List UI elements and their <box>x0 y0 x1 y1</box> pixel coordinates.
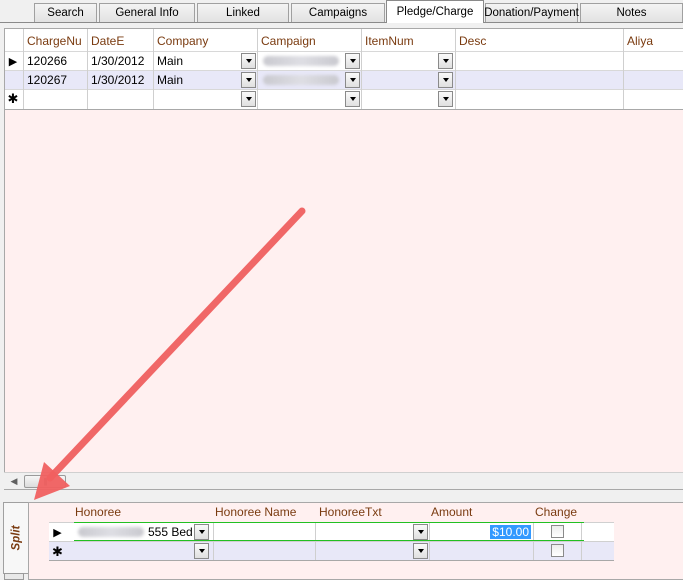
table-row[interactable]: 120267 1/30/2012 Main <box>5 70 683 89</box>
honoree-cell[interactable] <box>74 542 214 560</box>
column-header-change[interactable]: Change <box>535 505 577 521</box>
table-row[interactable]: ▶ 120266 1/30/2012 Main <box>5 51 683 70</box>
campaign-dropdown-button[interactable] <box>345 53 360 69</box>
column-header-amount[interactable]: Amount <box>431 505 472 521</box>
tab-strip: Search General Info Linked Campaigns Ple… <box>0 0 683 23</box>
column-header-campaign[interactable]: Campaign <box>257 29 361 51</box>
lower-scroll-thumb[interactable] <box>4 573 24 580</box>
column-header-honoreetxt[interactable]: HonoreeTxt <box>319 505 382 521</box>
campaign-redacted <box>263 56 339 66</box>
column-header-honoree-name[interactable]: Honoree Name <box>215 505 296 521</box>
itemnum-dropdown-button[interactable] <box>438 72 453 88</box>
date-cell[interactable]: 1/30/2012 <box>87 71 153 89</box>
horizontal-scrollbar[interactable]: ◀ ||| <box>4 472 683 489</box>
amount-value: $10.00 <box>490 525 531 539</box>
honoree-dropdown-button[interactable] <box>194 524 209 540</box>
grid-line <box>87 29 88 109</box>
column-header-aliya[interactable]: Aliya <box>623 29 683 51</box>
tab-pledge-charge[interactable]: Pledge/Charge <box>386 0 484 23</box>
row-selector-new[interactable]: ✱ <box>5 90 21 108</box>
honoreetxt-dropdown-button[interactable] <box>413 524 428 540</box>
itemnum-dropdown-button[interactable] <box>438 91 453 107</box>
tab-search[interactable]: Search <box>34 3 97 22</box>
company-dropdown-button[interactable] <box>241 72 256 88</box>
honoree-cell[interactable]: 555 Bed <box>74 523 214 541</box>
column-header-desc[interactable]: Desc <box>455 29 623 51</box>
new-record-row[interactable]: ✱ <box>49 541 614 560</box>
charge-number-cell[interactable]: 120266 <box>23 52 87 70</box>
scroll-left-button[interactable]: ◀ <box>6 474 22 489</box>
row-selector-new[interactable]: ✱ <box>45 542 70 561</box>
change-checkbox[interactable] <box>551 544 564 557</box>
scroll-thumb[interactable]: ||| <box>24 475 66 488</box>
row-selector-current[interactable]: ▶ <box>45 523 70 542</box>
column-header-chargenum[interactable]: ChargeNu <box>23 29 87 51</box>
tab-divider <box>0 22 683 23</box>
campaign-redacted <box>263 75 339 85</box>
grid-line <box>623 29 624 109</box>
split-tab[interactable]: Split <box>3 502 29 574</box>
charges-grid: ChargeNu DateE Company Campaign ItemNum … <box>5 29 683 109</box>
campaign-dropdown-button[interactable] <box>345 91 360 107</box>
tab-campaigns[interactable]: Campaigns <box>291 3 385 22</box>
honoree-dropdown-button[interactable] <box>194 543 209 559</box>
grid-line <box>23 29 24 109</box>
tab-general-info[interactable]: General Info <box>99 3 195 22</box>
honoree-redacted <box>78 527 144 537</box>
grid-line <box>153 29 154 109</box>
split-tab-label: Split <box>10 525 23 551</box>
itemnum-dropdown-button[interactable] <box>438 53 453 69</box>
change-checkbox[interactable] <box>551 525 564 538</box>
honoree-name-cell[interactable] <box>211 523 316 541</box>
grid-bottom-border <box>49 560 614 561</box>
tab-donation-payment[interactable]: Donation/Payment <box>484 3 579 22</box>
column-header-date[interactable]: DateE <box>87 29 153 51</box>
charge-number-cell[interactable]: 120267 <box>23 71 87 89</box>
column-header-honoree[interactable]: Honoree <box>75 505 121 521</box>
column-header-itemnum[interactable]: ItemNum <box>361 29 455 51</box>
tab-notes[interactable]: Notes <box>580 3 683 22</box>
column-header-company[interactable]: Company <box>153 29 257 51</box>
active-row-outline <box>74 522 584 523</box>
company-dropdown-button[interactable] <box>241 53 256 69</box>
table-row[interactable]: ▶ 555 Bed $10.00 <box>49 522 614 541</box>
amount-cell[interactable] <box>430 542 534 560</box>
grid-line <box>257 29 258 109</box>
honoreetxt-dropdown-button[interactable] <box>413 543 428 559</box>
honoree-name-cell[interactable] <box>211 542 316 560</box>
splits-panel: Split Honoree Honoree Name HonoreeTxt Am… <box>0 494 683 580</box>
amount-cell[interactable]: $10.00 <box>430 523 534 541</box>
splits-grid-area: Honoree Honoree Name HonoreeTxt Amount C… <box>28 502 683 580</box>
grid-line <box>455 29 456 109</box>
honoree-text: 555 Bed <box>148 525 193 539</box>
grid-bottom-border <box>5 109 683 110</box>
charges-panel: ChargeNu DateE Company Campaign ItemNum … <box>4 28 683 490</box>
grid-line <box>361 29 362 109</box>
campaign-dropdown-button[interactable] <box>345 72 360 88</box>
new-record-row[interactable]: ✱ <box>5 89 683 108</box>
company-dropdown-button[interactable] <box>241 91 256 107</box>
date-cell[interactable]: 1/30/2012 <box>87 52 153 70</box>
tab-linked[interactable]: Linked <box>197 3 289 22</box>
row-selector-current[interactable]: ▶ <box>5 52 21 70</box>
